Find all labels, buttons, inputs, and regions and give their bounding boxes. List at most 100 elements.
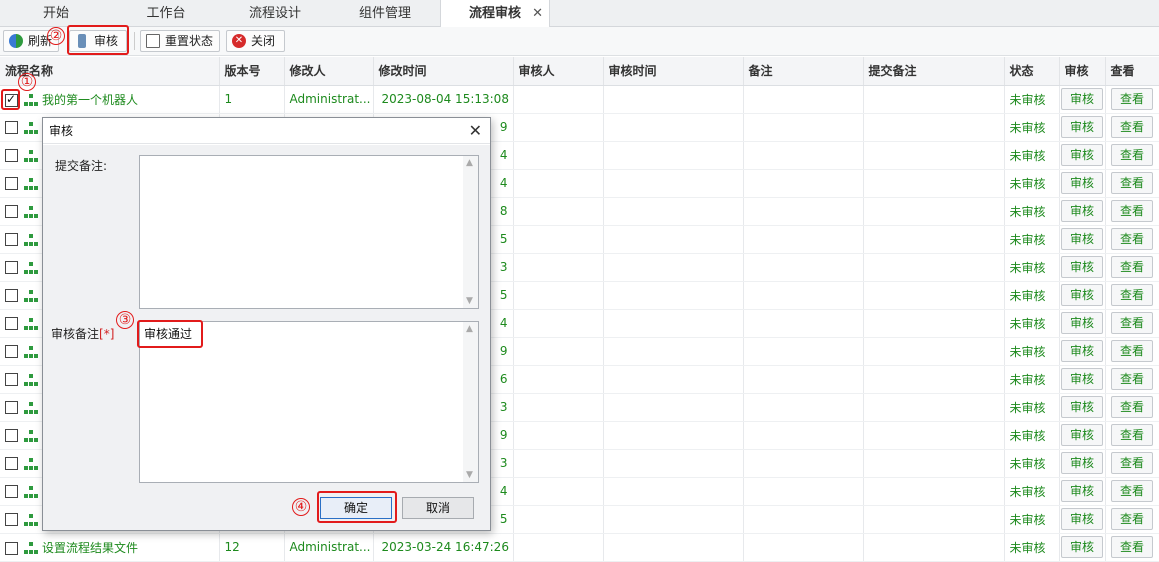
col-audit-time[interactable]: 审核时间 <box>603 57 744 86</box>
col-modify-time[interactable]: 修改时间 <box>373 57 514 86</box>
cell-submit-remark <box>863 393 1005 422</box>
cell-remark <box>743 141 864 170</box>
cell-remark <box>743 477 864 506</box>
row-audit-button[interactable]: 审核 <box>1060 88 1103 110</box>
row-checkbox[interactable] <box>5 121 18 134</box>
audit-dialog: 审核 ✕ 提交备注: ▲ ▼ 审核备注[*] 审核通过 ▲ ▼ 确定 取消 <box>42 117 491 531</box>
row-checkbox[interactable] <box>5 177 18 190</box>
row-audit-button[interactable]: 审核 <box>1060 172 1103 194</box>
reset-status-button[interactable]: 重置状态 <box>140 30 220 52</box>
dialog-close-icon[interactable]: ✕ <box>469 118 482 144</box>
col-submit-remark[interactable]: 提交备注 <box>863 57 1005 86</box>
row-audit-button[interactable]: 审核 <box>1060 284 1103 306</box>
row-audit-button[interactable]: 审核 <box>1060 340 1103 362</box>
row-audit-button[interactable]: 审核 <box>1060 228 1103 250</box>
row-audit-button[interactable]: 审核 <box>1060 312 1103 334</box>
tab-component-manage[interactable]: 组件管理 <box>330 0 440 27</box>
col-audit[interactable]: 审核 <box>1059 57 1106 86</box>
cell-view: 查看 <box>1105 421 1159 450</box>
row-checkbox[interactable] <box>5 457 18 470</box>
cell-audit: 审核 <box>1059 421 1106 450</box>
row-audit-button[interactable]: 审核 <box>1060 116 1103 138</box>
row-view-button[interactable]: 查看 <box>1110 172 1153 194</box>
row-checkbox[interactable] <box>5 317 18 330</box>
col-modifier[interactable]: 修改人 <box>284 57 374 86</box>
row-audit-button[interactable]: 审核 <box>1060 368 1103 390</box>
row-view-button[interactable]: 查看 <box>1110 368 1153 390</box>
flow-tree-icon <box>24 317 38 330</box>
row-checkbox[interactable] <box>5 233 18 246</box>
cell-view: 查看 <box>1105 225 1159 254</box>
row-audit-button[interactable]: 审核 <box>1060 256 1103 278</box>
col-view[interactable]: 查看 <box>1105 57 1159 86</box>
cell-audit: 审核 <box>1059 141 1106 170</box>
row-checkbox[interactable] <box>5 429 18 442</box>
scrollbar[interactable]: ▲ ▼ <box>463 322 478 482</box>
cell-submit-remark <box>863 197 1005 226</box>
row-checkbox[interactable] <box>5 373 18 386</box>
row-view-button[interactable]: 查看 <box>1110 396 1153 418</box>
flow-tree-icon <box>24 429 38 442</box>
cell-view: 查看 <box>1105 365 1159 394</box>
row-audit-button[interactable]: 审核 <box>1060 508 1103 530</box>
row-view-button[interactable]: 查看 <box>1110 88 1153 110</box>
cell-submit-remark <box>863 337 1005 366</box>
cell-audit-time <box>603 337 744 366</box>
row-checkbox[interactable] <box>5 345 18 358</box>
row-view-button[interactable]: 查看 <box>1110 284 1153 306</box>
row-audit-button[interactable]: 审核 <box>1060 480 1103 502</box>
cell-audit-time <box>603 169 744 198</box>
row-audit-button[interactable]: 审核 <box>1060 424 1103 446</box>
tab-start[interactable]: 开始 <box>0 0 112 27</box>
row-audit-button[interactable]: 审核 <box>1060 200 1103 222</box>
row-view-button[interactable]: 查看 <box>1110 536 1153 558</box>
tab-workbench[interactable]: 工作台 <box>112 0 220 27</box>
row-view-button[interactable]: 查看 <box>1110 424 1153 446</box>
row-checkbox[interactable] <box>5 541 18 555</box>
scrollbar[interactable]: ▲ ▼ <box>463 156 478 308</box>
row-view-button[interactable]: 查看 <box>1110 312 1153 334</box>
cell-remark <box>743 393 864 422</box>
row-view-button[interactable]: 查看 <box>1110 340 1153 362</box>
row-view-button[interactable]: 查看 <box>1110 480 1153 502</box>
row-view-button[interactable]: 查看 <box>1110 144 1153 166</box>
submit-note-field[interactable]: ▲ ▼ <box>139 155 479 309</box>
table-row[interactable]: 设置流程结果文件 12 Administrat... 2023-03-24 16:47… <box>0 533 1159 562</box>
document-icon <box>146 34 160 48</box>
refresh-icon <box>9 34 23 48</box>
row-view-button[interactable]: 查看 <box>1110 228 1153 250</box>
row-audit-button[interactable]: 审核 <box>1060 396 1103 418</box>
row-view-button[interactable]: 查看 <box>1110 200 1153 222</box>
row-checkbox[interactable] <box>5 289 18 302</box>
cell-submit-remark <box>863 505 1005 534</box>
col-remark[interactable]: 备注 <box>743 57 864 86</box>
row-checkbox[interactable] <box>5 513 18 526</box>
row-checkbox[interactable] <box>5 261 18 274</box>
cancel-button[interactable]: 取消 <box>402 497 474 519</box>
tab-close-icon[interactable]: ✕ <box>532 0 543 27</box>
col-version[interactable]: 版本号 <box>219 57 285 86</box>
row-view-button[interactable]: 查看 <box>1110 116 1153 138</box>
cell-auditor <box>513 85 604 114</box>
close-button[interactable]: ✕ 关闭 <box>226 30 285 52</box>
cell-audit: 审核 <box>1059 169 1106 198</box>
col-status[interactable]: 状态 <box>1004 57 1060 86</box>
table-row[interactable]: 我的第一个机器人1Administrat...2023-08-04 15:13:… <box>0 85 1159 114</box>
cell-view: 查看 <box>1105 281 1159 310</box>
cell-remark <box>743 309 864 338</box>
tab-flow-audit[interactable]: 流程审核 ✕ <box>440 0 550 28</box>
row-checkbox[interactable] <box>5 205 18 218</box>
flow-tree-icon <box>24 542 38 554</box>
row-view-button[interactable]: 查看 <box>1110 508 1153 530</box>
row-audit-button[interactable]: 审核 <box>1060 536 1103 558</box>
row-checkbox[interactable] <box>5 149 18 162</box>
row-view-button[interactable]: 查看 <box>1110 256 1153 278</box>
row-checkbox[interactable] <box>5 401 18 414</box>
tab-flow-design[interactable]: 流程设计 <box>220 0 330 27</box>
row-audit-button[interactable]: 审核 <box>1060 144 1103 166</box>
row-audit-button[interactable]: 审核 <box>1060 452 1103 474</box>
row-checkbox[interactable] <box>5 485 18 498</box>
cell-audit-time <box>603 309 744 338</box>
row-view-button[interactable]: 查看 <box>1110 452 1153 474</box>
col-auditor[interactable]: 审核人 <box>513 57 604 86</box>
